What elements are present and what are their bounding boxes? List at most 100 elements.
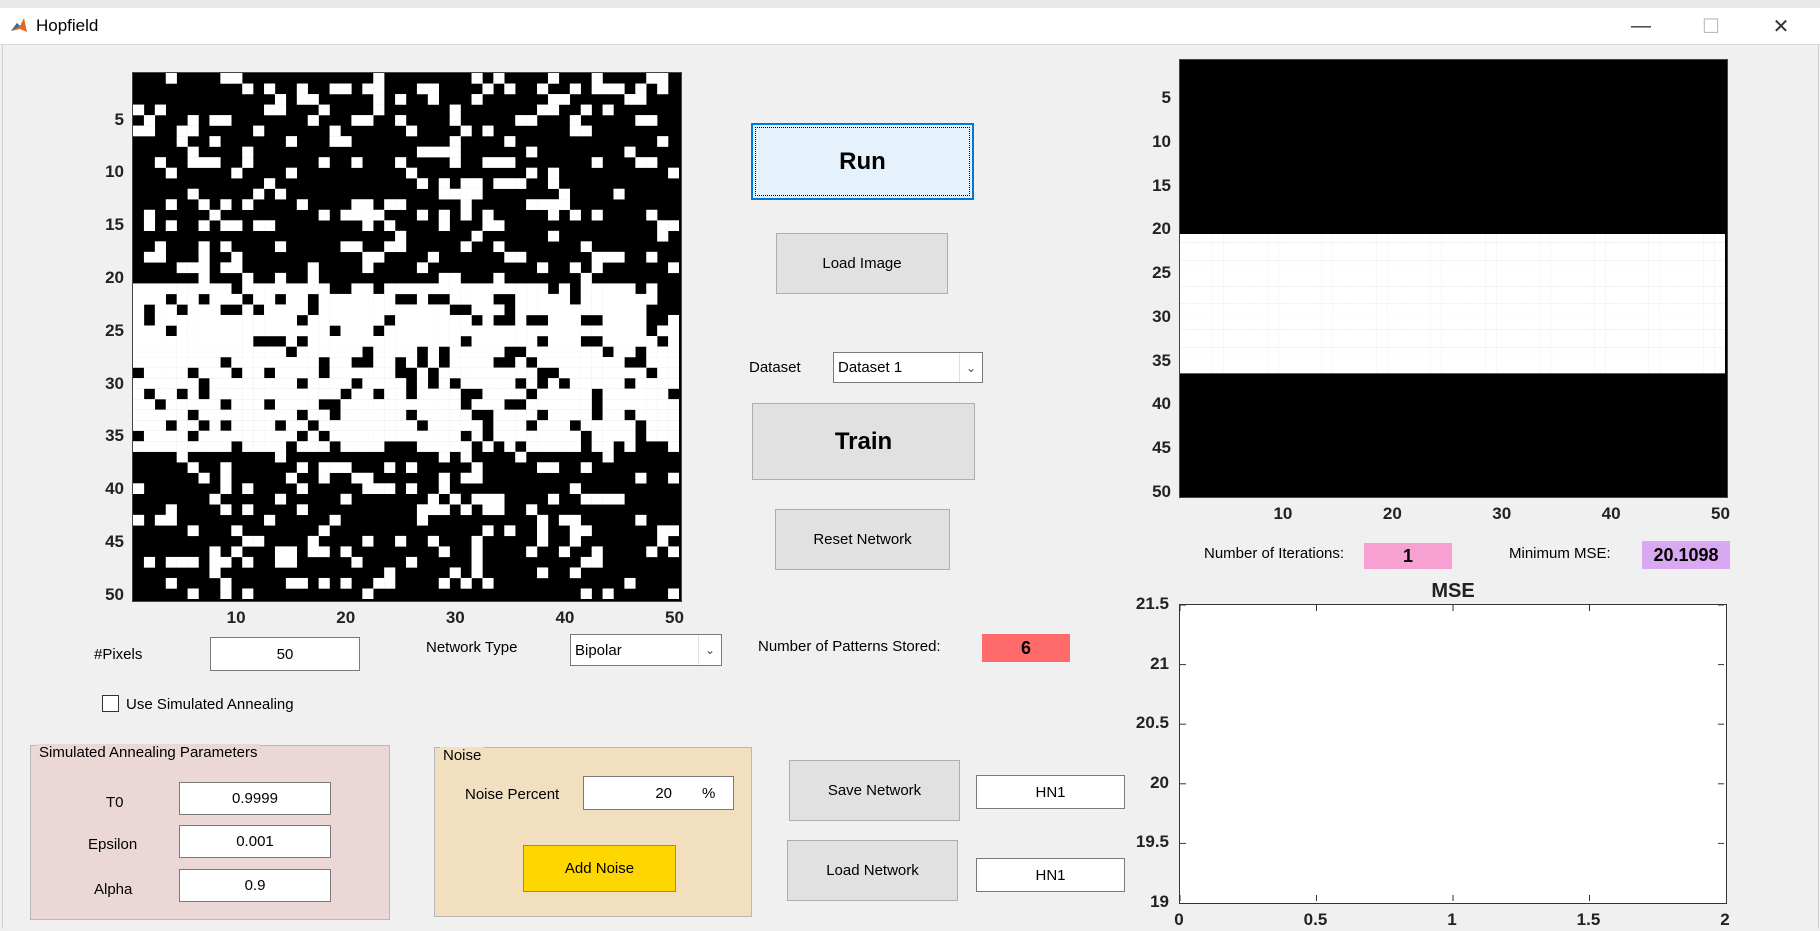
white-pixel	[1430, 364, 1442, 374]
white-pixel	[133, 346, 145, 358]
white-pixel	[1452, 321, 1464, 330]
alpha-input[interactable]: 0.9	[179, 869, 331, 902]
white-pixel	[515, 388, 527, 400]
white-pixel	[1365, 268, 1377, 278]
save-network-name-input[interactable]: HN1	[976, 775, 1125, 809]
white-pixel	[165, 577, 177, 589]
white-pixel	[460, 283, 472, 295]
white-pixel	[1387, 251, 1399, 261]
white-pixel	[1180, 234, 1192, 243]
add-noise-button[interactable]: Add Noise	[523, 845, 676, 892]
white-pixel	[1507, 294, 1519, 304]
white-pixel	[329, 357, 341, 368]
dataset-select[interactable]: Dataset 1 ⌄	[833, 352, 983, 383]
white-pixel	[1419, 303, 1431, 313]
white-pixel	[1201, 286, 1213, 296]
reset-network-button[interactable]: Reset Network	[775, 509, 950, 570]
white-pixel	[1714, 338, 1725, 348]
white-pixel	[416, 83, 429, 95]
train-button[interactable]: Train	[752, 403, 975, 480]
white-pixel	[460, 125, 472, 137]
t0-input[interactable]: 0.9999	[179, 782, 331, 815]
white-pixel	[296, 399, 308, 410]
load-network-button[interactable]: Load Network	[787, 840, 958, 901]
white-pixel	[1387, 329, 1399, 339]
white-pixel	[1626, 286, 1639, 296]
noise-percent-value: 20	[655, 784, 672, 802]
maximize-button[interactable]: ☐	[1682, 8, 1740, 44]
white-pixel	[1626, 329, 1639, 339]
white-pixel	[482, 367, 494, 379]
white-pixel	[1180, 294, 1192, 304]
white-pixel	[154, 514, 166, 526]
run-button[interactable]: Run	[751, 123, 974, 200]
white-pixel	[296, 357, 308, 368]
white-pixel	[547, 230, 560, 242]
white-pixel	[220, 115, 232, 126]
white-pixel	[1485, 294, 1497, 304]
white-pixel	[1452, 294, 1464, 304]
white-pixel	[1605, 251, 1617, 261]
minimize-button[interactable]: —	[1612, 8, 1670, 44]
white-pixel	[1561, 329, 1573, 339]
white-pixel	[143, 325, 156, 337]
white-pixel	[1452, 260, 1464, 269]
white-pixel	[558, 409, 571, 421]
white-pixel	[1659, 260, 1671, 269]
white-pixel	[307, 272, 319, 284]
use-sa-checkbox[interactable]	[102, 695, 119, 712]
white-pixel	[558, 367, 571, 379]
white-pixel	[569, 567, 581, 579]
white-pixel	[558, 325, 571, 337]
load-image-button[interactable]: Load Image	[776, 233, 948, 294]
white-pixel	[198, 157, 210, 168]
white-pixel	[1234, 294, 1246, 304]
white-pixel	[504, 336, 516, 347]
network-type-select[interactable]: Bipolar ⌄	[570, 634, 722, 666]
white-pixel	[624, 304, 636, 316]
white-pixel	[1463, 260, 1475, 269]
pixels-input[interactable]: 50	[210, 637, 360, 671]
white-pixel	[253, 325, 265, 337]
white-pixel	[1289, 338, 1301, 348]
white-pixel	[1528, 347, 1540, 356]
white-pixel	[198, 472, 210, 484]
white-pixel	[1594, 321, 1606, 330]
white-pixel	[1419, 355, 1431, 365]
white-pixel	[133, 409, 145, 421]
white-pixel	[1278, 303, 1290, 313]
epsilon-input[interactable]: 0.001	[179, 825, 331, 858]
white-pixel	[1332, 329, 1344, 339]
white-pixel	[1256, 260, 1268, 269]
white-pixel	[493, 336, 505, 347]
load-network-name-input[interactable]: HN1	[976, 858, 1125, 892]
close-button[interactable]: ✕	[1752, 8, 1810, 44]
white-pixel	[362, 399, 374, 410]
white-pixel	[362, 314, 374, 326]
noise-percent-input[interactable]: 20 %	[583, 776, 734, 810]
white-pixel	[307, 409, 319, 421]
white-pixel	[1474, 277, 1486, 287]
white-pixel	[1496, 303, 1508, 313]
white-pixel	[1299, 303, 1312, 313]
white-pixel	[1452, 347, 1464, 356]
white-pixel	[1289, 294, 1301, 304]
white-pixel	[133, 104, 145, 116]
white-pixel	[318, 336, 330, 347]
white-pixel	[351, 388, 363, 400]
white-pixel	[1256, 321, 1268, 330]
white-pixel	[449, 104, 461, 116]
white-pixel	[1441, 251, 1453, 261]
white-pixel	[1398, 251, 1410, 261]
save-network-button[interactable]: Save Network	[789, 760, 960, 821]
white-pixel	[1180, 303, 1192, 313]
white-pixel	[1354, 277, 1366, 287]
white-pixel	[580, 462, 592, 473]
white-pixel	[231, 167, 243, 179]
white-pixel	[318, 325, 330, 337]
white-pixel	[176, 430, 188, 442]
white-pixel	[416, 514, 429, 526]
white-pixel	[558, 357, 571, 368]
white-pixel	[220, 283, 232, 295]
white-pixel	[242, 272, 254, 284]
